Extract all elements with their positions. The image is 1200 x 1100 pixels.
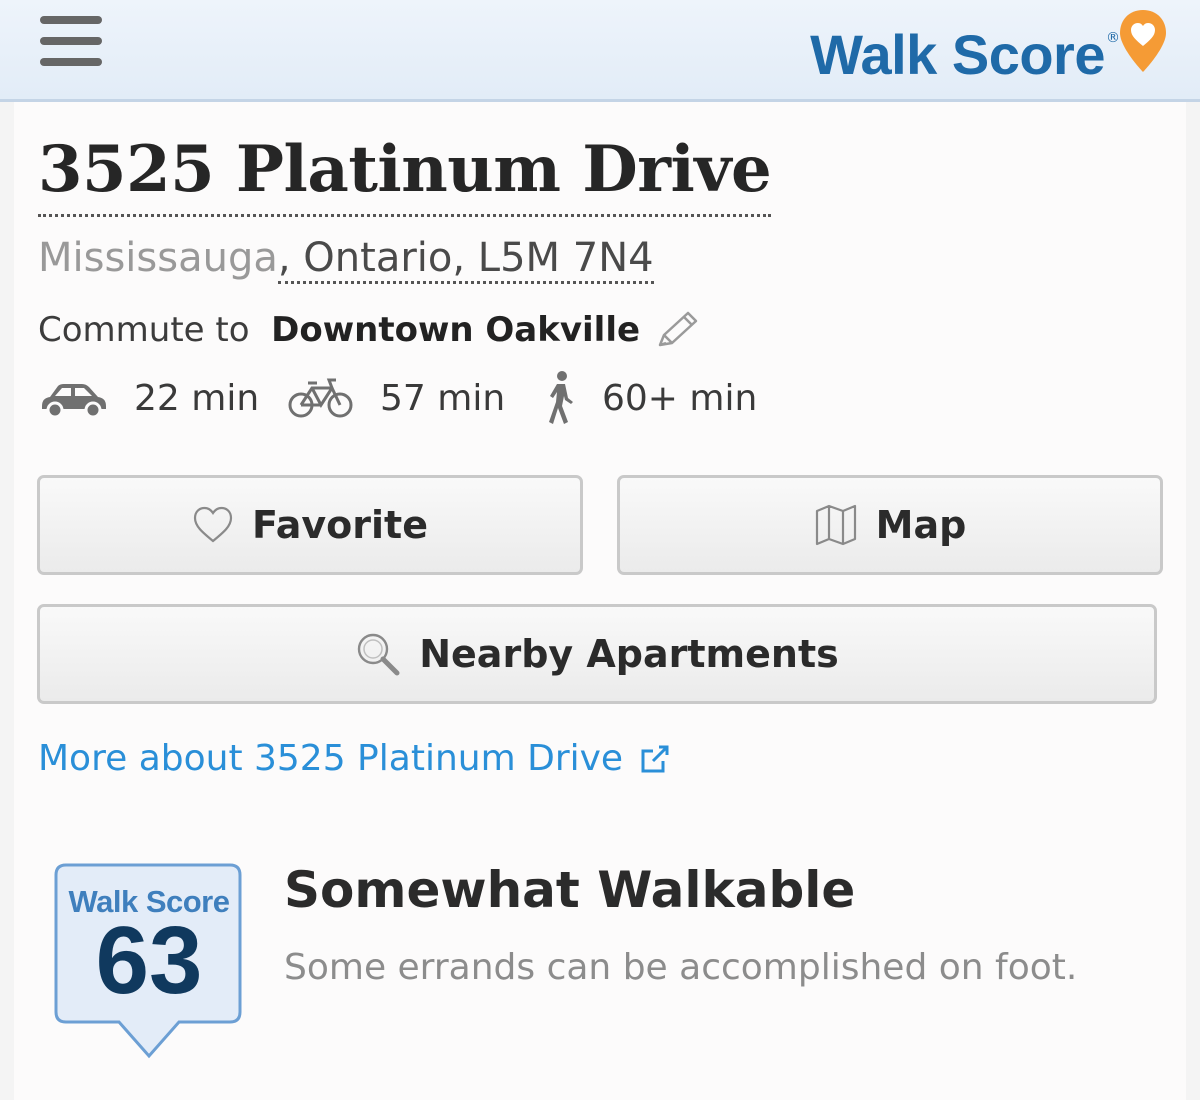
map-button[interactable]: Map — [617, 475, 1163, 575]
external-link-icon — [641, 745, 669, 772]
walking-person-icon — [549, 371, 573, 424]
more-about-link[interactable]: More about 3525 Platinum Drive — [38, 738, 671, 779]
walk-score-badge: Walk Score 63 — [54, 862, 244, 1062]
hamburger-menu-icon[interactable] — [40, 16, 102, 68]
top-bar: Walk Score ® — [0, 0, 1200, 102]
walkability-rating: Somewhat Walkable — [284, 861, 856, 919]
walk-score-logo[interactable]: Walk Score ® — [810, 8, 1168, 92]
favorite-label: Favorite — [252, 503, 428, 547]
car-icon — [42, 384, 106, 418]
nearby-apartments-label: Nearby Apartments — [419, 632, 839, 676]
more-about-label: More about 3525 Platinum Drive — [38, 738, 624, 779]
region-postal[interactable]: , Ontario, L5M 7N4 — [277, 235, 654, 284]
walk-time: 60+ min — [602, 377, 758, 419]
street-address[interactable]: 3525 Platinum Drive — [38, 130, 772, 217]
search-magnifier-icon — [358, 633, 400, 676]
logo-text: Walk Score — [810, 23, 1105, 86]
nearby-apartments-button[interactable]: Nearby Apartments — [37, 604, 1157, 704]
bicycle-icon — [288, 378, 353, 418]
commute-line: Commute to Downtown Oakville — [38, 307, 700, 353]
car-time: 22 min — [134, 377, 260, 419]
favorite-button[interactable]: Favorite — [37, 475, 583, 575]
folded-map-icon — [815, 504, 856, 546]
walk-score-value: 63 — [95, 907, 203, 1014]
commute-destination: Downtown Oakville — [271, 310, 641, 350]
walkability-description: Some errands can be accomplished on foot… — [284, 947, 1078, 988]
commute-prefix: Commute to — [38, 310, 261, 350]
pencil-icon[interactable] — [654, 309, 700, 351]
location-pin-heart-icon — [1120, 10, 1166, 72]
mode-car: 22 min — [38, 370, 259, 426]
property-card: 3525 Platinum Drive Mississauga, Ontario… — [14, 102, 1186, 1100]
city-name: Mississauga — [38, 235, 278, 281]
mode-bike: 57 min — [288, 370, 505, 426]
bike-time: 57 min — [380, 377, 506, 419]
mode-walk: 60+ min — [542, 370, 757, 426]
city-line: Mississauga, Ontario, L5M 7N4 — [38, 232, 654, 284]
map-label: Map — [875, 503, 967, 547]
commute-modes: 22 min 57 min 60+ min — [38, 370, 838, 426]
heart-outline-icon — [193, 506, 233, 543]
